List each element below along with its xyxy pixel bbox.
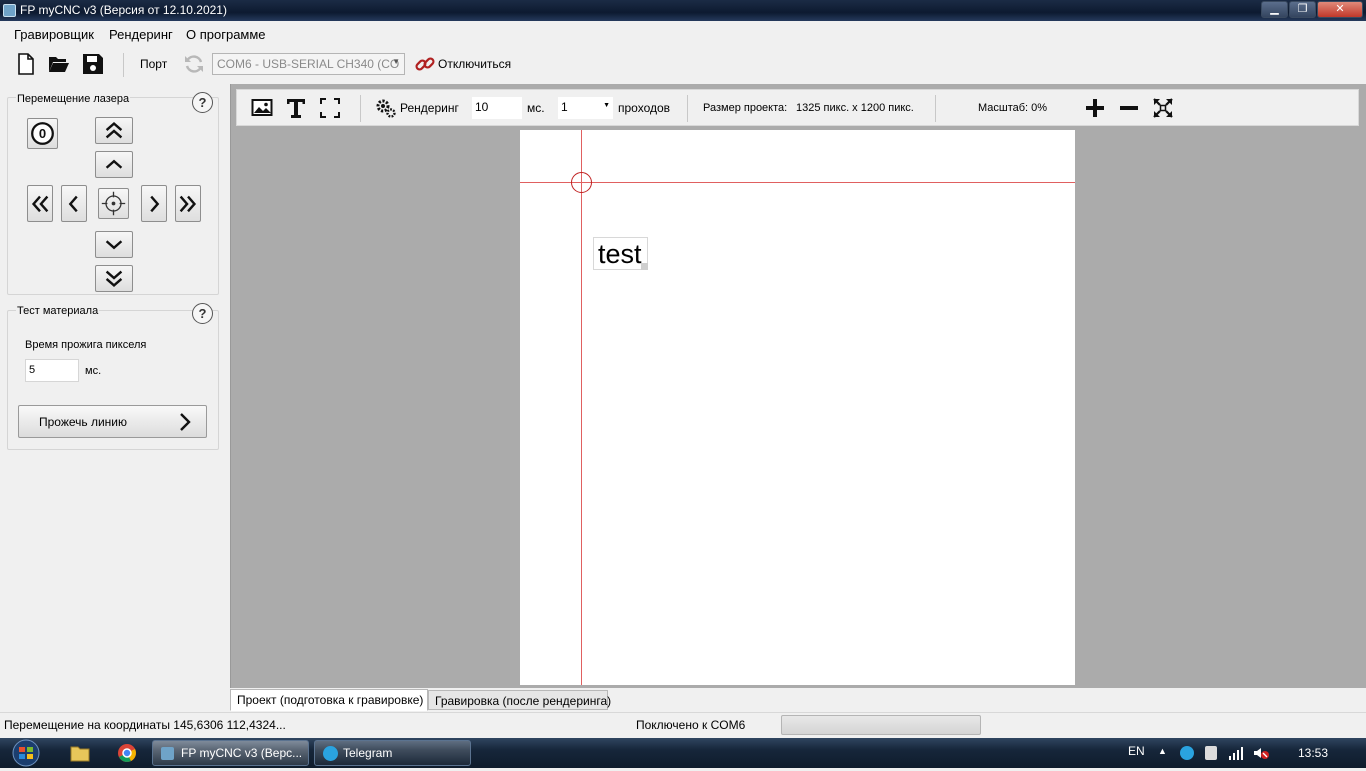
- passes-select[interactable]: 1 ▼: [558, 97, 613, 119]
- port-label: Порт: [140, 57, 168, 71]
- crosshair-vertical-line: [581, 130, 582, 685]
- crosshair-horizontal-line: [520, 182, 1075, 183]
- move-right-fast-button[interactable]: [175, 185, 201, 222]
- volume-muted-icon[interactable]: [1253, 746, 1269, 760]
- taskbar-app-mycnc-label: FP myCNC v3 (Верс...: [181, 746, 303, 760]
- progress-bar: [781, 715, 981, 735]
- chevron-down-icon: ▼: [392, 57, 400, 66]
- device-tray-icon[interactable]: [1205, 746, 1217, 760]
- zoom-out-icon[interactable]: [1118, 97, 1140, 119]
- project-size-label: Размер проекта:: [703, 102, 788, 114]
- close-button[interactable]: ✕: [1317, 1, 1363, 18]
- minimize-button[interactable]: ▁: [1261, 1, 1288, 18]
- material-test-title: Тест материала: [16, 305, 100, 317]
- move-right-button[interactable]: [141, 185, 167, 222]
- zoom-in-icon[interactable]: [1084, 97, 1106, 119]
- taskbar: FP myCNC v3 (Верс... Telegram EN ▲ 13:53: [0, 738, 1366, 768]
- move-up-fast-button[interactable]: [95, 117, 133, 144]
- taskbar-app-telegram[interactable]: Telegram: [314, 740, 471, 766]
- disconnect-button[interactable]: Отключиться: [438, 57, 511, 71]
- status-bar: Перемещение на координаты 145,6306 112,4…: [0, 712, 1366, 738]
- burn-time-input[interactable]: 5: [25, 359, 79, 382]
- crosshair-center-button[interactable]: [98, 188, 129, 219]
- home-zero-button[interactable]: 0: [27, 118, 58, 149]
- laser-move-title: Перемещение лазера: [16, 93, 131, 105]
- signal-icon[interactable]: [1228, 746, 1244, 760]
- burn-time-unit: мс.: [85, 365, 102, 377]
- resize-handle[interactable]: [641, 263, 648, 270]
- text-object-content: test: [598, 239, 642, 269]
- open-folder-icon[interactable]: [48, 53, 70, 75]
- tab-engraving[interactable]: Гравировка (после рендеринга): [428, 690, 611, 710]
- toolbar-separator: [123, 53, 124, 77]
- refresh-icon[interactable]: [183, 53, 205, 75]
- main-toolbar: Порт: [0, 45, 1366, 83]
- gears-icon: [376, 98, 396, 118]
- render-button[interactable]: Рендеринг: [400, 101, 459, 115]
- scale-label: Масштаб: 0%: [978, 102, 1048, 114]
- laser-position-marker: [571, 172, 592, 193]
- move-down-fast-button[interactable]: [95, 265, 133, 292]
- menu-bar: Гравировщик Рендеринг О программе: [0, 22, 1366, 44]
- material-test-help-button[interactable]: ?: [192, 303, 213, 324]
- home-zero-glyph: 0: [39, 126, 46, 141]
- editor-separator: [687, 95, 688, 122]
- passes-select-value: 1: [561, 100, 568, 114]
- zoom-fit-icon[interactable]: [1152, 97, 1174, 119]
- editor-separator: [360, 95, 361, 122]
- title-bar: FP myCNC v3 (Версия от 12.10.2021) ▁ ❐ ✕: [0, 0, 1366, 21]
- port-select-value: COM6 - USB-SERIAL CH340 (CO: [217, 57, 400, 71]
- laser-move-help-button[interactable]: ?: [192, 92, 213, 113]
- telegram-tray-icon[interactable]: [1180, 746, 1194, 760]
- app-icon: [3, 4, 16, 17]
- mycnc-icon: [161, 747, 174, 760]
- render-ms-input[interactable]: 10: [472, 97, 522, 119]
- tab-project[interactable]: Проект (подготовка к гравировке): [230, 689, 428, 711]
- chevron-right-icon: [180, 413, 191, 431]
- connection-status: Поключено к COM6: [636, 718, 746, 732]
- project-size-value: 1325 пикс. x 1200 пикс.: [796, 102, 914, 114]
- maximize-button[interactable]: ❐: [1289, 1, 1316, 18]
- chrome-icon[interactable]: [117, 743, 137, 763]
- window-title: FP myCNC v3 (Версия от 12.10.2021): [20, 3, 227, 17]
- tray-expand-icon[interactable]: ▲: [1158, 746, 1167, 756]
- move-left-button[interactable]: [61, 185, 87, 222]
- burn-line-label: Прожечь линию: [39, 415, 128, 429]
- move-up-button[interactable]: [95, 151, 133, 178]
- passes-label: проходов: [618, 101, 671, 115]
- move-left-fast-button[interactable]: [27, 185, 53, 222]
- view-tabs: Проект (подготовка к гравировке) Гравиро…: [230, 689, 1366, 711]
- language-indicator[interactable]: EN: [1128, 744, 1145, 758]
- menu-engraver[interactable]: Гравировщик: [14, 27, 94, 42]
- explorer-icon[interactable]: [70, 744, 90, 762]
- burn-time-label: Время прожига пикселя: [25, 339, 147, 351]
- burn-line-button[interactable]: Прожечь линию: [18, 405, 207, 438]
- render-ms-unit: мс.: [527, 101, 545, 115]
- start-button[interactable]: [8, 738, 44, 768]
- clock[interactable]: 13:53: [1298, 746, 1328, 760]
- taskbar-app-telegram-label: Telegram: [343, 746, 393, 760]
- chevron-down-icon: ▼: [603, 102, 610, 109]
- telegram-icon: [323, 746, 338, 761]
- move-down-button[interactable]: [95, 231, 133, 258]
- menu-about[interactable]: О программе: [186, 27, 266, 42]
- insert-image-icon[interactable]: [251, 97, 273, 119]
- insert-text-icon[interactable]: [285, 97, 307, 119]
- new-file-icon[interactable]: [15, 53, 37, 75]
- menu-rendering[interactable]: Рендеринг: [109, 27, 173, 42]
- save-icon[interactable]: [82, 53, 104, 75]
- fit-selection-icon[interactable]: [319, 97, 341, 119]
- port-select[interactable]: COM6 - USB-SERIAL CH340 (CO ▼: [212, 53, 405, 75]
- editor-separator: [935, 95, 936, 122]
- text-object[interactable]: test: [593, 237, 648, 270]
- project-canvas[interactable]: test: [520, 130, 1075, 685]
- link-icon[interactable]: [414, 53, 436, 75]
- status-message: Перемещение на координаты 145,6306 112,4…: [4, 718, 286, 732]
- taskbar-app-mycnc[interactable]: FP myCNC v3 (Верс...: [152, 740, 309, 766]
